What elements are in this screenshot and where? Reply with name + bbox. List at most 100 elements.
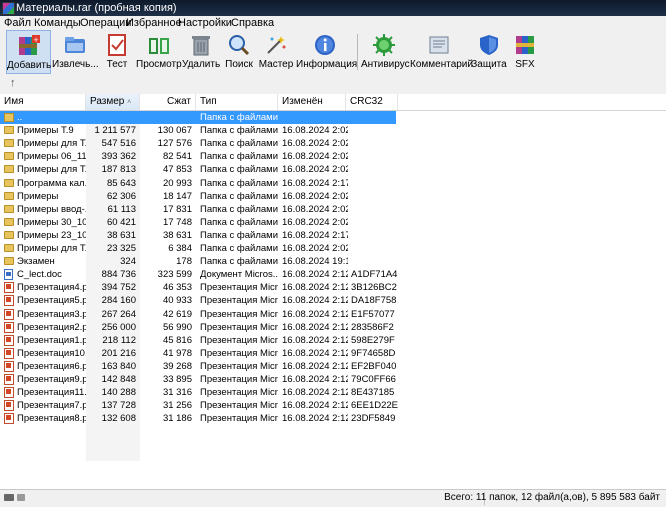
file-type: Документ Micros... — [200, 269, 278, 281]
file-name-cell[interactable]: Примеры для Т... — [0, 242, 86, 255]
protect-icon — [477, 33, 501, 57]
file-name: Примеры для Т... — [17, 243, 86, 254]
file-packed: 17 831 — [162, 203, 192, 215]
add-button[interactable]: + Добавить — [6, 30, 51, 74]
file-row[interactable]: Экзамен 324 178 Папка с файлами 16.08.2024 1… — [0, 255, 666, 268]
file-modified: 16.08.2024 2:12 — [282, 282, 348, 294]
toolbar-separator — [357, 34, 358, 70]
file-name-cell[interactable]: Примеры для Т... — [0, 163, 86, 176]
file-row[interactable]: Презентация1.p... 218 112 45 816 Презентаци… — [0, 334, 666, 347]
file-row[interactable]: Презентация11.... 140 288 31 316 Презентаци… — [0, 386, 666, 399]
file-modified: 16.08.2024 2:17 — [282, 177, 348, 189]
file-crc — [351, 150, 399, 163]
file-row[interactable]: Примеры для Т... 23 325 6 384 Папка с файла… — [0, 242, 666, 255]
file-row[interactable]: Примеры для Т... 187 813 47 853 Папка с фай… — [0, 163, 666, 176]
test-button[interactable]: Тест — [99, 30, 135, 74]
file-name-cell[interactable]: C_lect.doc — [0, 268, 86, 281]
sfx-button[interactable]: SFX — [509, 30, 541, 74]
file-name-cell[interactable]: Презентация5.p... — [0, 294, 86, 307]
folder-icon — [4, 139, 14, 148]
menu-settings[interactable]: Настройки — [178, 17, 232, 29]
file-name-cell[interactable]: Презентация2.p... — [0, 321, 86, 334]
file-name-cell[interactable]: Примеры 06_11... — [0, 150, 86, 163]
file-crc — [351, 203, 399, 216]
file-name-cell[interactable]: Презентация7.p... — [0, 399, 86, 412]
parent-folder-row[interactable]: .. Папка с файлами — [0, 111, 666, 124]
file-row[interactable]: Презентация7.p... 137 728 31 256 Презентаци… — [0, 399, 666, 412]
file-row[interactable]: Примеры 30_10... 60 421 17 748 Папка с файл… — [0, 216, 666, 229]
column-packed[interactable]: Сжат — [140, 94, 196, 110]
search-button[interactable]: Поиск — [222, 30, 256, 74]
powerpoint-file-icon — [4, 295, 14, 307]
file-row[interactable]: Примеры для Т... 547 516 127 576 Папка с фа… — [0, 137, 666, 150]
file-size: 187 813 — [101, 164, 136, 176]
file-packed: 39 268 — [162, 360, 192, 372]
column-crc[interactable]: CRC32 — [346, 94, 398, 110]
file-name-cell[interactable]: Примеры ввод-... — [0, 203, 86, 216]
file-row[interactable]: Презентация8.p... 132 608 31 186 Презентаци… — [0, 412, 666, 425]
menu-operations[interactable]: Операции — [80, 17, 131, 29]
file-row[interactable]: Примеры 23_10... 38 631 38 631 Папка с файл… — [0, 229, 666, 242]
protect-button[interactable]: Защита — [471, 30, 507, 74]
file-name-cell[interactable]: Презентация10.... — [0, 347, 86, 360]
file-name-cell[interactable]: Презентация8.p... — [0, 412, 86, 425]
wizard-button[interactable]: Мастер — [258, 30, 294, 74]
file-name-cell[interactable]: Презентация11.... — [0, 386, 86, 399]
menu-file[interactable]: Файл — [4, 17, 31, 29]
column-size[interactable]: Размер ˄ — [86, 94, 140, 110]
menu-commands[interactable]: Команды — [34, 17, 81, 29]
drive-icon[interactable] — [4, 494, 14, 501]
file-row[interactable]: Презентация6.p... 163 840 39 268 Презентаци… — [0, 360, 666, 373]
antivirus-button[interactable]: Антивирус — [361, 30, 410, 74]
svg-text:+: + — [33, 36, 39, 44]
file-modified: 16.08.2024 2:02 — [282, 243, 348, 254]
file-row[interactable]: Примеры 62 306 18 147 Папка с файлами 16.08.… — [0, 190, 666, 203]
file-row[interactable]: C_lect.doc 884 736 323 599 Документ Micros.… — [0, 268, 666, 281]
file-name-cell[interactable]: Презентация4.p... — [0, 281, 86, 294]
file-name-cell[interactable]: Примеры Т.9 — [0, 124, 86, 137]
file-name-cell[interactable]: Примеры 30_10... — [0, 216, 86, 229]
folder-icon — [4, 204, 14, 213]
file-type: Презентация Micr... — [200, 347, 278, 359]
file-name-cell[interactable]: Презентация6.p... — [0, 360, 86, 373]
file-row[interactable]: Презентация2.p... 256 000 56 990 Презентаци… — [0, 321, 666, 334]
file-size: 140 288 — [101, 387, 136, 399]
file-size: 23 325 — [106, 243, 136, 254]
view-button[interactable]: Просмотр — [136, 30, 182, 74]
file-row[interactable]: Примеры Т.9 1 211 577 130 067 Папка с файла… — [0, 124, 666, 137]
file-name-cell[interactable]: Примеры 23_10... — [0, 229, 86, 242]
file-row[interactable]: Презентация9.p... 142 848 33 895 Презентаци… — [0, 373, 666, 386]
delete-button[interactable]: Удалить — [182, 30, 220, 74]
menu-help[interactable]: Справка — [231, 17, 274, 29]
file-name-cell[interactable]: Презентация3.p... — [0, 308, 86, 321]
file-size: 60 421 — [106, 216, 136, 228]
file-name-cell[interactable]: Программа кал... — [0, 177, 86, 190]
column-type[interactable]: Тип — [196, 94, 278, 110]
file-crc — [351, 111, 399, 124]
info-button[interactable]: Информация — [296, 30, 357, 74]
extract-button[interactable]: Извлечь... — [52, 30, 99, 74]
file-name-cell[interactable]: Презентация1.p... — [0, 334, 86, 347]
file-packed: 42 619 — [162, 308, 192, 320]
file-row[interactable]: Примеры 06_11... 393 362 82 541 Папка с фай… — [0, 150, 666, 163]
file-name-cell[interactable]: Примеры для Т... — [0, 137, 86, 150]
file-row[interactable]: Презентация5.p... 284 160 40 933 Презентаци… — [0, 294, 666, 307]
file-size: 218 112 — [102, 334, 136, 346]
file-name-cell[interactable]: Экзамен — [0, 255, 86, 268]
file-row[interactable]: Примеры ввод-... 61 113 17 831 Папка с файл… — [0, 203, 666, 216]
column-modified[interactable]: Изменён — [278, 94, 346, 110]
menu-favorites[interactable]: Избранное — [126, 17, 182, 29]
file-size: 62 306 — [106, 190, 136, 202]
comment-button[interactable]: Комментарий — [410, 30, 473, 74]
file-row[interactable]: Презентация3.p... 267 264 42 619 Презентаци… — [0, 308, 666, 321]
file-row[interactable]: Презентация4.p... 394 752 46 353 Презентаци… — [0, 281, 666, 294]
window-title: Материалы.rar (пробная копия) — [16, 2, 177, 14]
file-name-cell[interactable]: Презентация9.p... — [0, 373, 86, 386]
file-name-cell[interactable]: Примеры — [0, 190, 86, 203]
sfx-button-label: SFX — [515, 59, 535, 70]
file-row[interactable]: Программа кал... 85 643 20 993 Папка с файл… — [0, 177, 666, 190]
file-row[interactable]: Презентация10.... 201 216 41 978 Презентаци… — [0, 347, 666, 360]
column-name[interactable]: Имя — [0, 94, 86, 110]
up-arrow-icon[interactable]: ↑ — [10, 77, 16, 89]
key-icon[interactable] — [17, 494, 25, 501]
